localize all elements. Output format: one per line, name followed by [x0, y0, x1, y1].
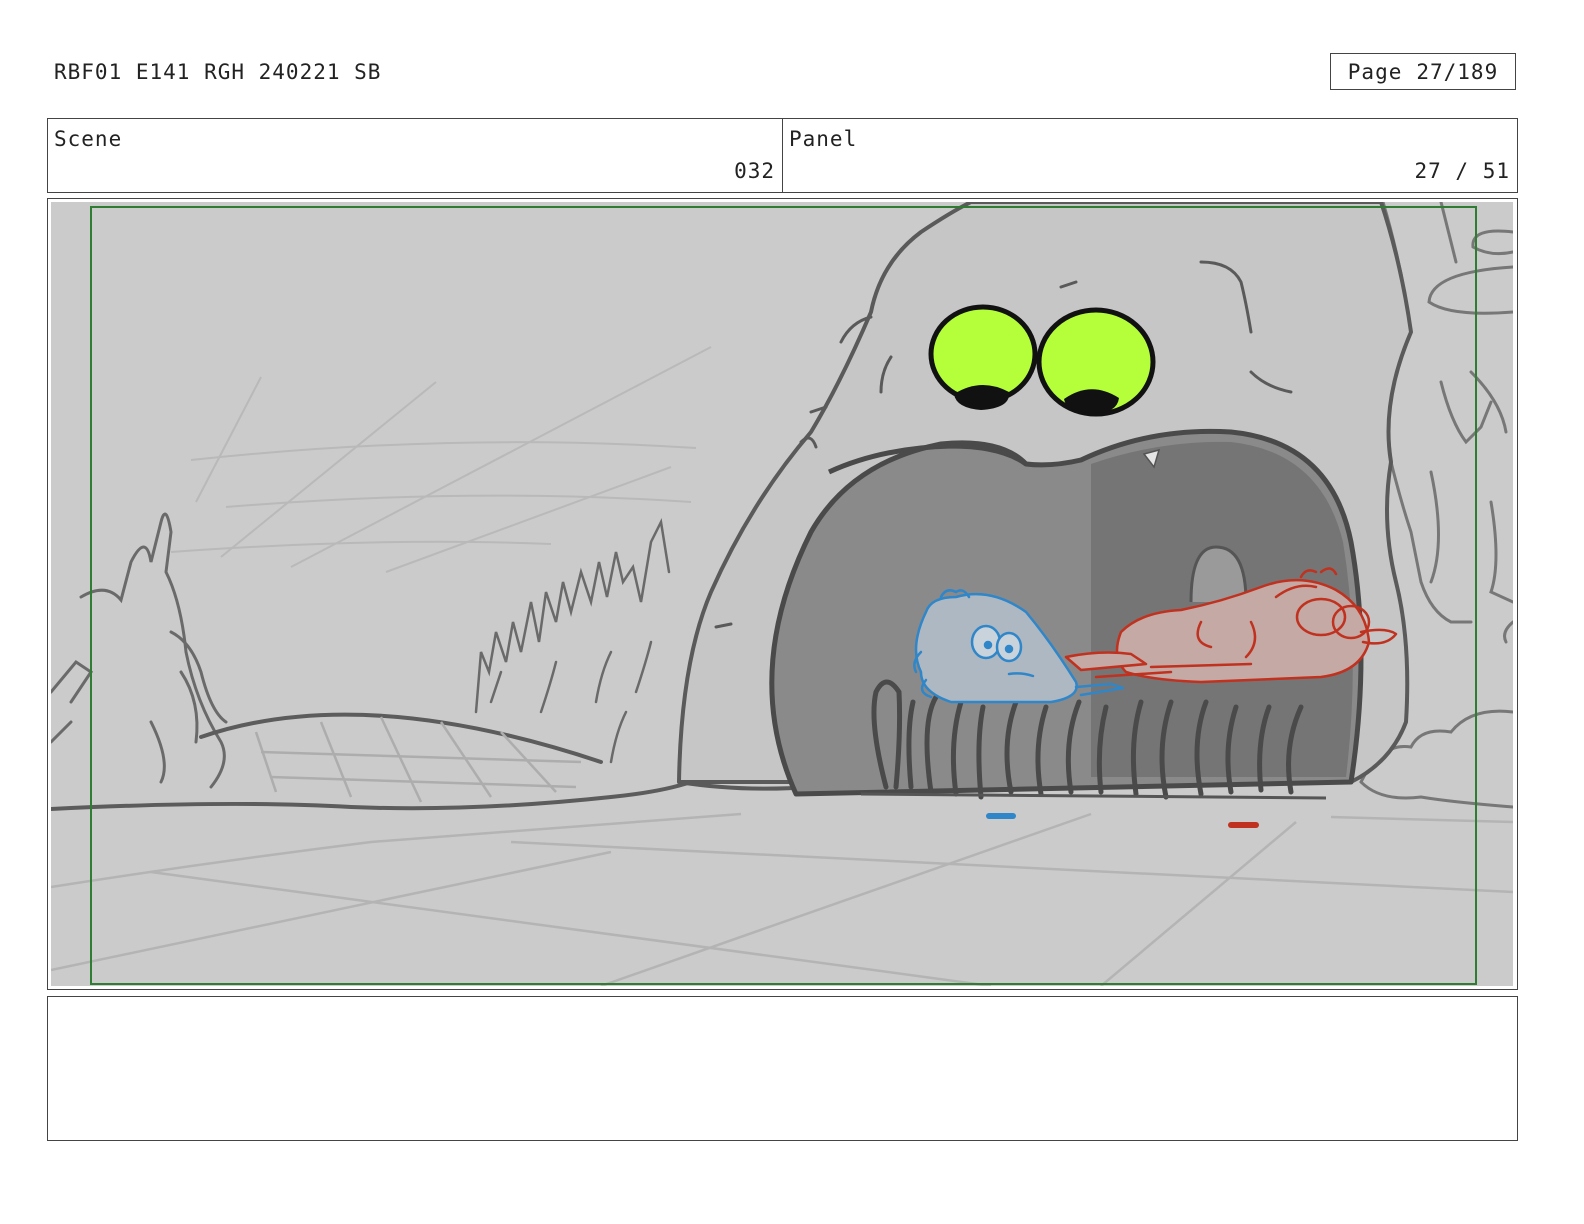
- document-title: RBF01 E141 RGH 240221 SB: [54, 60, 382, 84]
- scene-number: 032: [734, 159, 775, 183]
- scene-panel-info: Scene 032 Panel 27 / 51: [47, 118, 1518, 193]
- page-counter: Page 27/189: [1330, 53, 1516, 90]
- storyboard-panel: [47, 198, 1518, 990]
- page-label: Page: [1347, 59, 1403, 84]
- page-value: 27/189: [1416, 59, 1499, 84]
- panel-label: Panel: [789, 127, 858, 151]
- panel-drawing: [51, 202, 1513, 986]
- panel-cell: Panel 27 / 51: [782, 119, 1517, 192]
- panel-number: 27 / 51: [1414, 159, 1510, 183]
- scene-cell: Scene 032: [48, 119, 782, 192]
- scene-label: Scene: [54, 127, 123, 151]
- notes-box: [47, 996, 1518, 1141]
